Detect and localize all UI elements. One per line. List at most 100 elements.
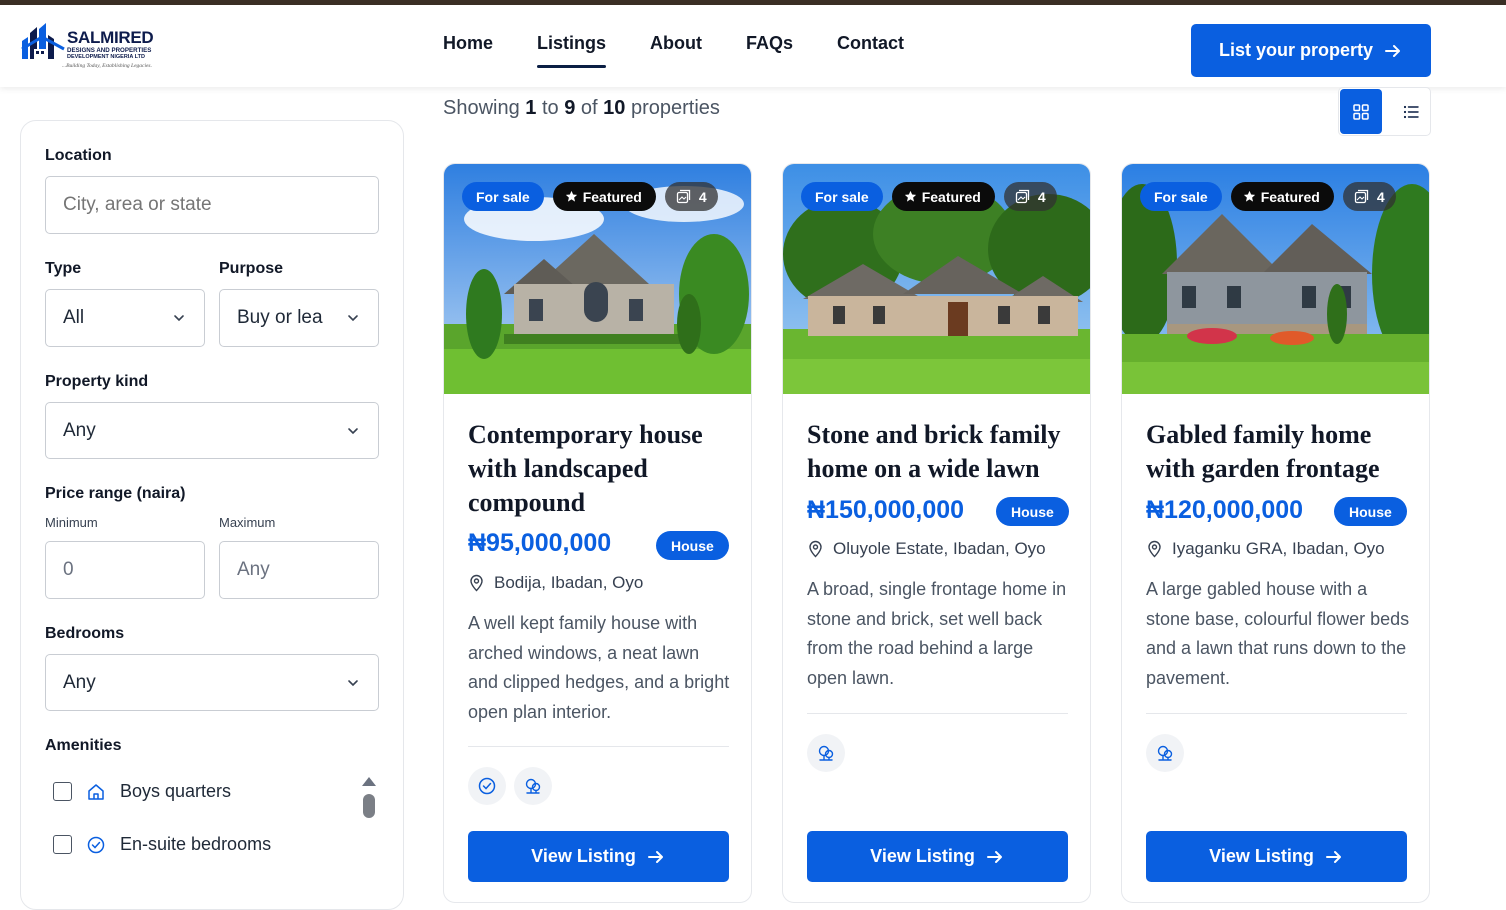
amenity-label: Boys quarters	[120, 781, 232, 801]
listing-location: Oluyole Estate, Ibadan, Oyo	[807, 539, 1046, 559]
listing-price: ₦150,000,000	[807, 496, 965, 524]
results-to: 9	[564, 97, 576, 119]
listing-card[interactable]: For sale Featured 4 Gabled family home w…	[1121, 163, 1430, 903]
view-listing-label: View Listing	[531, 846, 636, 866]
nav-about[interactable]: About	[650, 33, 702, 68]
listing-price: ₦95,000,000	[468, 529, 612, 557]
site-header: SALMIRED DESIGNS AND PROPERTIES DEVELOPM…	[0, 5, 1506, 87]
check-circle-icon	[87, 836, 105, 853]
map-pin-icon	[809, 540, 822, 558]
grid-view-button[interactable]	[1340, 89, 1382, 134]
nav-home[interactable]: Home	[443, 33, 493, 68]
view-listing-label: View Listing	[1209, 846, 1314, 866]
image-count: 4	[1376, 188, 1385, 205]
brand-line-2: DEVELOPMENT NIGERIA LTD	[67, 54, 145, 60]
divider	[468, 746, 729, 747]
listing-card[interactable]: For sale Featured 4 Stone and brick fami…	[782, 163, 1091, 903]
results-suffix: properties	[630, 97, 720, 119]
amenity-checkbox[interactable]	[53, 782, 72, 801]
arrow-right-icon	[986, 850, 1002, 863]
view-listing-label: View Listing	[870, 846, 975, 866]
listing-title[interactable]: Contemporary house with landscaped compo…	[468, 418, 733, 520]
trees-icon	[818, 745, 834, 761]
featured-label: Featured	[921, 188, 981, 205]
view-toggle	[1338, 87, 1431, 136]
listing-location: Bodija, Ibadan, Oyo	[468, 573, 643, 593]
listing-title[interactable]: Gabled family home with garden frontage	[1146, 418, 1411, 486]
divider	[1146, 713, 1407, 714]
view-listing-button[interactable]: View Listing	[1146, 831, 1407, 882]
trees-icon	[525, 778, 541, 794]
amenities-scrollbar[interactable]	[359, 773, 379, 893]
chevron-down-icon	[348, 427, 358, 434]
amenity-badge	[807, 734, 845, 772]
minimum-label: Minimum	[45, 515, 98, 530]
min-price-input[interactable]: 0	[45, 541, 205, 599]
bedrooms-select[interactable]: Any	[45, 654, 379, 711]
image-count-badge[interactable]: 4	[664, 182, 718, 211]
location-text: Oluyole Estate, Ibadan, Oyo	[833, 539, 1046, 558]
nav-contact[interactable]: Contact	[837, 33, 904, 68]
featured-badge: Featured	[1230, 182, 1334, 211]
check-circle-icon	[478, 777, 496, 795]
amenity-en-suite[interactable]: En-suite bedrooms	[53, 834, 271, 855]
listing-card[interactable]: For sale Featured 4 Contemporary house w…	[443, 163, 752, 903]
main-nav: Home Listings About FAQs Contact	[443, 33, 948, 68]
purpose-label: Purpose	[219, 260, 284, 277]
view-listing-button[interactable]: View Listing	[807, 831, 1068, 882]
star-icon	[565, 190, 577, 202]
listing-description: A well kept family house with arched win…	[468, 613, 730, 722]
amenity-badge	[468, 767, 506, 805]
listing-amenities	[468, 767, 552, 805]
chevron-down-icon	[174, 315, 184, 322]
status-badge: For sale	[801, 182, 883, 211]
nav-faqs[interactable]: FAQs	[746, 33, 793, 68]
arrow-right-icon	[647, 850, 663, 863]
type-select[interactable]: All	[45, 289, 205, 347]
brand-logo[interactable]: SALMIRED DESIGNS AND PROPERTIES DEVELOPM…	[20, 19, 160, 75]
featured-label: Featured	[582, 188, 642, 205]
scroll-thumb[interactable]	[363, 794, 375, 818]
amenities-label: Amenities	[45, 737, 122, 754]
max-price-input[interactable]: Any	[219, 541, 379, 599]
location-text: Iyaganku GRA, Ibadan, Oyo	[1172, 539, 1385, 558]
chevron-down-icon	[348, 315, 358, 322]
list-view-button[interactable]	[1391, 89, 1431, 134]
star-icon	[904, 190, 916, 202]
min-price-value: 0	[63, 559, 74, 580]
location-input[interactable]	[45, 176, 379, 234]
list-property-button[interactable]: List your property	[1191, 24, 1431, 77]
scroll-up-icon[interactable]	[362, 777, 376, 786]
nav-listings[interactable]: Listings	[537, 33, 607, 68]
brand-name: SALMIRED	[67, 28, 154, 47]
listing-amenities	[807, 734, 845, 772]
property-kind-select[interactable]: Any	[45, 402, 379, 459]
listing-description: A broad, single frontage home in stone a…	[807, 579, 1067, 688]
images-icon	[1015, 189, 1029, 204]
home-icon	[88, 783, 104, 800]
listing-title[interactable]: Stone and brick family home on a wide la…	[807, 418, 1072, 486]
kind-badge: House	[1334, 497, 1407, 526]
amenity-boys-quarters[interactable]: Boys quarters	[53, 781, 231, 802]
chevron-down-icon	[348, 679, 358, 686]
image-count-badge[interactable]: 4	[1342, 182, 1396, 211]
amenity-label: En-suite bedrooms	[120, 834, 272, 854]
max-price-value: Any	[237, 559, 270, 580]
image-count-badge[interactable]: 4	[1003, 182, 1057, 211]
location-text: Bodija, Ibadan, Oyo	[494, 573, 644, 592]
maximum-label: Maximum	[219, 515, 276, 530]
listing-badges: For sale Featured 4	[462, 182, 718, 211]
images-icon	[1354, 189, 1368, 204]
list-property-label: List your property	[1218, 40, 1374, 60]
amenity-checkbox[interactable]	[53, 835, 72, 854]
bedrooms-value: Any	[63, 671, 96, 693]
listing-price: ₦120,000,000	[1146, 496, 1304, 524]
location-label: Location	[45, 147, 112, 164]
view-listing-button[interactable]: View Listing	[468, 831, 729, 882]
amenity-badge	[1146, 734, 1184, 772]
listing-badges: For sale Featured 4	[1140, 182, 1396, 211]
type-label: Type	[45, 260, 82, 277]
purpose-select[interactable]: Buy or lea	[219, 289, 379, 347]
results-of-word: of	[580, 97, 598, 119]
map-pin-icon	[1148, 540, 1161, 558]
